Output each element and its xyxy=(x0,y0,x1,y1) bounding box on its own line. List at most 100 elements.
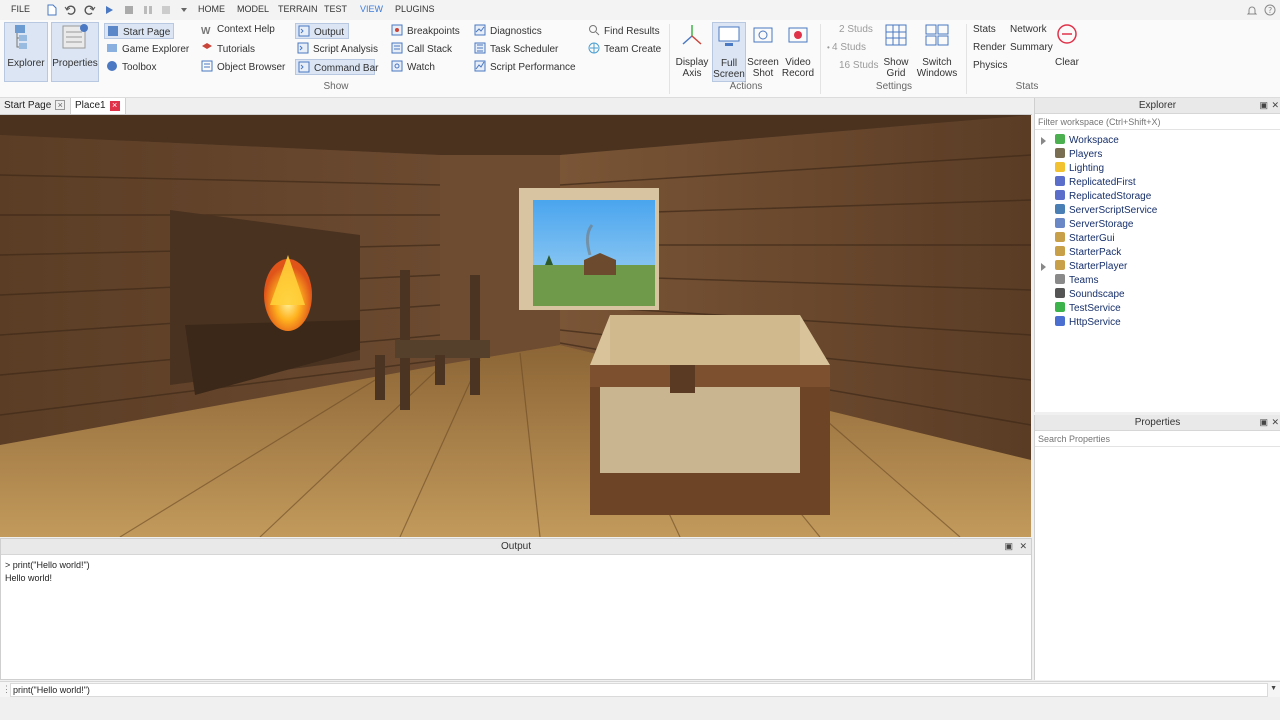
chevron-down-icon[interactable]: ▼ xyxy=(1270,685,1277,692)
command-input[interactable] xyxy=(10,683,1268,697)
close-icon[interactable]: ✕ xyxy=(1271,417,1279,428)
screen-shot-button[interactable]: Screen Shot xyxy=(747,22,779,82)
notification-icon[interactable] xyxy=(1246,4,1258,16)
new-file-icon[interactable] xyxy=(46,4,58,16)
diagnostics-button[interactable]: Diagnostics xyxy=(474,24,542,40)
close-icon[interactable]: × xyxy=(55,100,66,110)
close-icon[interactable]: × xyxy=(109,101,120,111)
studs-4-label: 4 Studs xyxy=(832,42,866,53)
tree-item-players[interactable]: Players xyxy=(1035,148,1102,162)
close-icon[interactable]: ✕ xyxy=(1271,100,1279,111)
expand-arrow-icon[interactable] xyxy=(1041,263,1046,271)
tab-test[interactable]: TEST xyxy=(324,4,347,14)
script-performance-button[interactable]: Script Performance xyxy=(474,60,576,76)
dropdown-icon[interactable] xyxy=(178,4,190,16)
summary-stats-button[interactable]: Summary xyxy=(1010,42,1053,58)
start-page-button[interactable]: Start Page xyxy=(104,23,174,39)
network-stats-button[interactable]: Network xyxy=(1010,24,1047,40)
players-icon xyxy=(1055,148,1065,158)
tree-item-starterpack[interactable]: StarterPack xyxy=(1035,246,1121,260)
full-screen-button[interactable]: Full Screen xyxy=(712,22,746,82)
tree-item-httpservice[interactable]: HttpService xyxy=(1035,316,1121,330)
tree-item-teams[interactable]: Teams xyxy=(1035,274,1098,288)
tree-item-serverstorage[interactable]: ServerStorage xyxy=(1035,218,1133,232)
close-icon[interactable]: ✕ xyxy=(1019,541,1027,552)
properties-title: Properties xyxy=(1035,415,1280,431)
3d-viewport[interactable] xyxy=(0,115,1031,537)
call-stack-button[interactable]: Call Stack xyxy=(391,42,452,58)
switch-windows-button[interactable]: Switch Windows xyxy=(914,22,960,82)
team-create-button[interactable]: Team Create xyxy=(588,42,661,58)
explorer-label: Explorer xyxy=(7,58,45,69)
studs-4-option[interactable]: • 4 Studs xyxy=(827,42,866,58)
tab-home[interactable]: HOME xyxy=(198,4,225,14)
tree-item-startergui[interactable]: StarterGui xyxy=(1035,232,1115,246)
play-icon[interactable] xyxy=(103,4,115,16)
tab-start-page[interactable]: Start Page × xyxy=(0,98,70,114)
clear-stats-button[interactable]: Clear xyxy=(1052,22,1082,82)
display-axis-button[interactable]: Display Axis xyxy=(675,22,709,82)
speaker-icon xyxy=(1055,288,1065,298)
tree-item-testservice[interactable]: TestService xyxy=(1035,302,1121,316)
pin-icon[interactable]: ▣ xyxy=(1259,417,1268,428)
tab-place1[interactable]: Place1 × xyxy=(70,98,126,114)
properties-toggle-button[interactable]: Properties xyxy=(51,22,99,82)
tree-item-replicatedstorage[interactable]: ReplicatedStorage xyxy=(1035,190,1151,204)
context-help-button[interactable]: W Context Help xyxy=(201,24,275,40)
redo-icon[interactable] xyxy=(84,4,96,16)
command-bar: ⋮ ▼ xyxy=(0,681,1280,697)
video-record-button[interactable]: Video Record xyxy=(781,22,815,82)
tab-view[interactable]: VIEW xyxy=(360,4,383,14)
toolbox-button[interactable]: Toolbox xyxy=(106,60,156,76)
help-icon[interactable]: ? xyxy=(1264,4,1276,16)
server-script-icon xyxy=(1055,204,1065,214)
team-create-icon xyxy=(588,42,600,54)
tab-plugins[interactable]: PLUGINS xyxy=(395,4,435,14)
physics-stats-button[interactable]: Physics xyxy=(973,60,1007,76)
find-results-button[interactable]: Find Results xyxy=(588,24,660,40)
output-toggle-button[interactable]: Output xyxy=(295,23,349,39)
tree-item-serverscriptservice[interactable]: ServerScriptService xyxy=(1035,204,1157,218)
tree-item-replicatedfirst[interactable]: ReplicatedFirst xyxy=(1035,176,1136,190)
breakpoints-icon xyxy=(391,24,403,36)
command-bar-toggle-button[interactable]: Command Bar xyxy=(295,59,378,75)
script-performance-label: Script Performance xyxy=(490,62,576,73)
file-menu[interactable]: FILE xyxy=(11,4,30,14)
properties-panel: Properties ▣ ✕ xyxy=(1034,415,1280,680)
tutorials-button[interactable]: Tutorials xyxy=(201,42,255,58)
studs-2-option[interactable]: 2 Studs xyxy=(839,24,873,40)
stop-icon[interactable] xyxy=(123,4,135,16)
expand-arrow-icon[interactable] xyxy=(1041,137,1046,145)
pin-icon[interactable]: ▣ xyxy=(1004,541,1013,552)
starter-player-icon xyxy=(1055,260,1065,270)
stats-button[interactable]: Stats xyxy=(973,24,996,40)
studs-16-option[interactable]: 16 Studs xyxy=(839,60,878,76)
game-explorer-button[interactable]: Game Explorer xyxy=(106,42,189,58)
tree-item-workspace[interactable]: Workspace xyxy=(1035,134,1119,148)
tree-item-label: StarterGui xyxy=(1069,233,1115,244)
pin-icon[interactable]: ▣ xyxy=(1259,100,1268,111)
explorer-filter-input[interactable] xyxy=(1035,114,1280,130)
output-panel-title: Output xyxy=(1,539,1031,555)
show-grid-label-1: Show xyxy=(883,57,909,68)
task-scheduler-button[interactable]: Task Scheduler xyxy=(474,42,558,58)
object-browser-button[interactable]: Object Browser xyxy=(201,60,285,76)
full-screen-label-2: Screen xyxy=(713,69,745,80)
tab-terrain[interactable]: TERRAIN xyxy=(278,4,318,14)
watch-button[interactable]: Watch xyxy=(391,60,435,76)
tree-item-lighting[interactable]: Lighting xyxy=(1035,162,1104,176)
step-icon[interactable] xyxy=(160,4,172,16)
team-create-label: Team Create xyxy=(604,44,662,55)
render-stats-button[interactable]: Render xyxy=(973,42,1006,58)
properties-search-input[interactable] xyxy=(1035,431,1280,447)
breakpoints-button[interactable]: Breakpoints xyxy=(391,24,460,40)
tree-item-starterplayer[interactable]: StarterPlayer xyxy=(1035,260,1127,274)
script-analysis-button[interactable]: Script Analysis xyxy=(297,42,378,58)
tab-model[interactable]: MODEL xyxy=(237,4,269,14)
video-record-label-1: Video xyxy=(785,57,811,68)
pause-icon[interactable] xyxy=(142,4,154,16)
show-grid-button[interactable]: Show Grid xyxy=(880,22,912,82)
undo-icon[interactable] xyxy=(64,4,76,16)
tree-item-soundscape[interactable]: Soundscape xyxy=(1035,288,1125,302)
explorer-toggle-button[interactable]: Explorer xyxy=(4,22,48,82)
